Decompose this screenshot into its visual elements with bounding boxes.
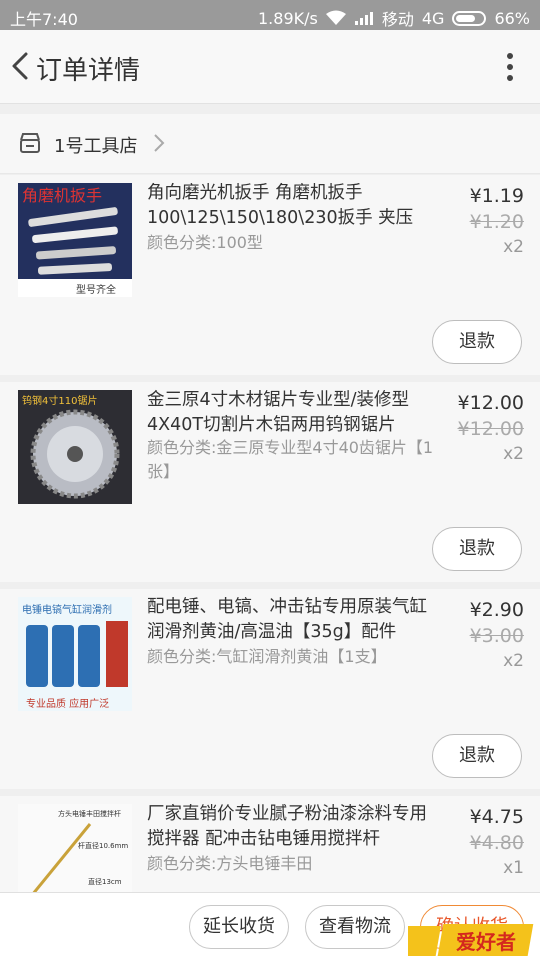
product-spec: 颜色分类:气缸润滑剂黄油【1支】 xyxy=(147,647,387,666)
order-item[interactable]: 钨钢4寸110锯片 金三原4寸木材锯片专业型/装修型 4X40T切割片木铝两用钨… xyxy=(0,382,540,582)
status-right: 1.89K/s 移动 4G 66% xyxy=(258,6,530,30)
status-time: 上午7:40 xyxy=(10,10,78,29)
signal-icon xyxy=(354,12,373,25)
product-title: 金三原4寸木材锯片专业型/装修型 4X40T切割片木铝两用钨钢锯片 xyxy=(147,390,410,435)
product-price: ¥12.00 xyxy=(457,392,524,414)
page-title: 订单详情 xyxy=(36,56,141,86)
refund-button[interactable]: 退款 xyxy=(432,527,522,571)
product-thumbnail: 电锤电镐气缸润滑剂 专业品质 应用广泛 xyxy=(18,597,132,711)
thumbnail-caption: 型号齐全 xyxy=(76,283,116,296)
product-quantity: x2 xyxy=(503,237,524,257)
thumbnail-caption: 专业品质 应用广泛 xyxy=(26,697,109,710)
product-thumbnail: 角磨机扳手 型号齐全 xyxy=(18,183,132,297)
product-price: ¥4.75 xyxy=(469,806,524,828)
product-spec: 颜色分类:金三原专业型4寸40齿锯片【1张】 xyxy=(147,438,434,481)
product-quantity: x2 xyxy=(503,651,524,671)
status-bar: 上午7:40 1.89K/s 移动 4G 66% xyxy=(0,0,540,30)
battery-icon xyxy=(452,10,487,26)
original-price: ¥1.20 xyxy=(469,211,524,233)
thumbnail-label: 直径13cm xyxy=(88,877,122,886)
shop-row[interactable]: 1号工具店 xyxy=(0,114,540,174)
carrier-label: 移动 xyxy=(381,10,414,29)
network-type: 4G xyxy=(421,8,445,28)
product-spec: 颜色分类:方头电锤丰田 xyxy=(147,854,313,873)
watermark-text: 爱好者 xyxy=(456,930,516,954)
product-price: ¥2.90 xyxy=(469,599,524,621)
refund-button[interactable]: 退款 xyxy=(432,734,522,778)
battery-percent: 66% xyxy=(494,8,530,28)
original-price: ¥3.00 xyxy=(469,625,524,647)
product-quantity: x2 xyxy=(503,444,524,464)
product-quantity: x1 xyxy=(503,858,524,878)
product-price: ¥1.19 xyxy=(469,185,524,207)
original-price: ¥4.80 xyxy=(469,832,524,854)
view-logistics-button[interactable]: 查看物流 xyxy=(305,905,405,949)
product-thumbnail: 钨钢4寸110锯片 xyxy=(18,390,132,504)
store-icon xyxy=(20,133,40,153)
product-title: 厂家直销价专业腻子粉油漆涂料专用搅拌器 配冲击钻电锤用搅拌杆 xyxy=(147,804,427,849)
vertical-dots-icon[interactable] xyxy=(506,52,514,82)
thumbnail-text: 角磨机扳手 xyxy=(22,186,102,205)
order-item[interactable]: 电锤电镐气缸润滑剂 专业品质 应用广泛 配电锤、电镐、冲击钻专用原装气缸润滑剂黄… xyxy=(0,589,540,789)
product-spec: 颜色分类:100型 xyxy=(147,233,263,252)
wifi-icon xyxy=(325,10,346,25)
watermark-logo: 爱好者 xyxy=(408,924,534,956)
chevron-left-icon[interactable] xyxy=(6,48,36,84)
thumbnail-text: 电锤电镐气缸润滑剂 xyxy=(22,603,112,616)
product-thumbnail: 方头电锤丰田搅拌杆 杆直径10.6mm 直径13cm xyxy=(18,804,132,892)
shop-name: 1号工具店 xyxy=(54,136,138,157)
network-speed: 1.89K/s xyxy=(258,8,318,28)
extend-receipt-button[interactable]: 延长收货 xyxy=(189,905,289,949)
refund-button[interactable]: 退款 xyxy=(432,320,522,364)
order-item[interactable]: 角磨机扳手 型号齐全 角向磨光机扳手 角磨机扳手 100\125\150\180… xyxy=(0,175,540,375)
thumbnail-text: 方头电锤丰田搅拌杆 xyxy=(58,809,121,818)
thumbnail-label: 杆直径10.6mm xyxy=(78,841,128,850)
order-item[interactable]: 方头电锤丰田搅拌杆 杆直径10.6mm 直径13cm 厂家直销价专业腻子粉油漆涂… xyxy=(0,796,540,892)
product-title: 配电锤、电镐、冲击钻专用原装气缸润滑剂黄油/高温油【35g】配件 xyxy=(147,597,427,642)
app-header: 订单详情 xyxy=(0,30,540,104)
chevron-right-icon xyxy=(154,134,165,152)
thumbnail-text: 钨钢4寸110锯片 xyxy=(22,394,97,407)
product-title: 角向磨光机扳手 角磨机扳手 100\125\150\180\230扳手 夹压板.… xyxy=(147,183,414,228)
original-price: ¥12.00 xyxy=(457,418,524,440)
